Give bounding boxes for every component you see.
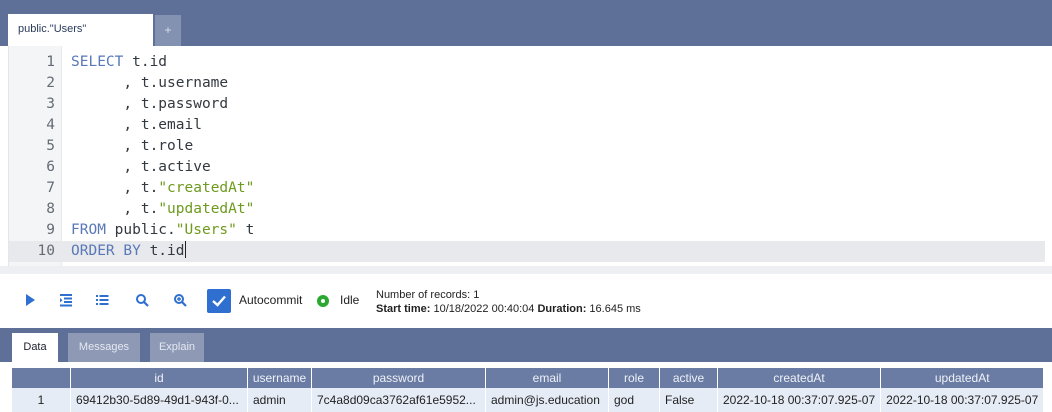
sql-text: , t.active xyxy=(71,159,211,175)
code-line[interactable]: 2 , t.username xyxy=(9,73,1045,94)
column-header-username[interactable]: username xyxy=(247,368,312,388)
line-number: 2 xyxy=(46,75,55,91)
line-number: 3 xyxy=(46,96,55,112)
checkmark-icon xyxy=(212,295,226,307)
sql-text: public. xyxy=(105,222,176,238)
records-count: Number of records: 1 xyxy=(376,289,480,301)
query-info: Number of records: 1 Start time: 10/18/2… xyxy=(376,288,641,316)
cell-password[interactable]: 7c4a8d09ca3762af61e5952... xyxy=(311,388,486,412)
line-number: 4 xyxy=(46,117,55,133)
autocommit-label: Autocommit xyxy=(239,293,303,307)
duration-value: 16.645 ms xyxy=(589,303,641,315)
text-cursor xyxy=(184,241,186,258)
line-number: 1 xyxy=(46,54,55,70)
result-grid: id username password email role active c… xyxy=(12,368,1045,412)
code-text: ORDER BY t.id xyxy=(71,241,186,262)
column-header-role[interactable]: role xyxy=(608,368,660,388)
cell-email[interactable]: admin@js.education xyxy=(485,388,609,412)
sql-text: , t.email xyxy=(71,117,202,133)
duration-label: Duration: xyxy=(537,303,587,315)
column-header-active[interactable]: active xyxy=(659,368,718,388)
editor-tab-bar: public."Users" + xyxy=(0,0,1052,46)
format-icon[interactable] xyxy=(56,290,76,310)
row-number-header xyxy=(12,368,71,388)
code-text: , t.email xyxy=(71,115,202,136)
table-row[interactable]: 1 69412b30-5d89-49d1-943f-0... admin 7c4… xyxy=(12,388,1045,412)
search-icon[interactable] xyxy=(132,290,152,310)
cell-role[interactable]: god xyxy=(608,388,660,412)
code-text: , t."updatedAt" xyxy=(71,199,254,220)
code-text: , t.password xyxy=(71,94,228,115)
tab-explain[interactable]: Explain xyxy=(150,333,204,362)
code-line[interactable]: 1 SELECT t.id xyxy=(9,52,1045,73)
sql-text: , t.role xyxy=(71,138,194,154)
timing-info: Start time: 10/18/2022 00:40:04 Duration… xyxy=(376,302,641,316)
sql-keyword: SELECT xyxy=(71,54,124,70)
start-time-value: 10/18/2022 00:40:04 xyxy=(433,303,535,315)
sql-keyword: ORDER BY xyxy=(71,243,141,259)
header-row: id username password email role active c… xyxy=(12,368,1045,388)
code-line[interactable]: 10 ORDER BY t.id xyxy=(9,241,1045,262)
status-label: Idle xyxy=(340,293,360,307)
code-line[interactable]: 4 , t.email xyxy=(9,115,1045,136)
code-line[interactable]: 3 , t.password xyxy=(9,94,1045,115)
cell-username[interactable]: admin xyxy=(247,388,312,412)
run-icon[interactable] xyxy=(20,290,40,310)
line-number: 9 xyxy=(46,222,55,238)
cell-active[interactable]: False xyxy=(659,388,718,412)
code-text: FROM public."Users" t xyxy=(71,220,254,241)
cell-updatedat[interactable]: 2022-10-18 00:37:07.925-07 xyxy=(880,388,1045,412)
list-icon[interactable] xyxy=(92,290,112,310)
zoom-in-icon[interactable] xyxy=(170,290,190,310)
sql-text: t xyxy=(236,222,255,238)
query-toolbar: Autocommit Idle Number of records: 1 Sta… xyxy=(0,282,1052,322)
result-table: id username password email role active c… xyxy=(12,368,1045,412)
sql-string: "updatedAt" xyxy=(158,201,255,217)
add-tab-button[interactable]: + xyxy=(155,15,181,46)
result-tab-bar: Data Messages Explain xyxy=(0,328,1052,362)
column-header-password[interactable]: password xyxy=(311,368,486,388)
line-number: 7 xyxy=(46,180,55,196)
line-number: 5 xyxy=(46,138,55,154)
column-header-email[interactable]: email xyxy=(485,368,609,388)
tab-data[interactable]: Data xyxy=(12,333,58,362)
sql-text: , t.username xyxy=(71,75,229,91)
line-number: 10 xyxy=(37,243,55,259)
autocommit-checkbox[interactable] xyxy=(207,289,231,313)
line-number: 8 xyxy=(46,201,55,217)
tab-messages[interactable]: Messages xyxy=(68,333,140,362)
sql-text: , t. xyxy=(71,180,159,196)
sql-text: t.id xyxy=(123,54,168,70)
column-header-id[interactable]: id xyxy=(70,368,248,388)
code-text: , t.role xyxy=(71,136,193,157)
tab-users-query[interactable]: public."Users" xyxy=(8,14,153,46)
code-text: SELECT t.id xyxy=(71,52,167,73)
sql-keyword: FROM xyxy=(71,222,106,238)
start-time-label: Start time: xyxy=(376,303,431,315)
sql-text: t.id xyxy=(140,243,185,259)
sql-text: , t.password xyxy=(71,96,229,112)
code-line[interactable]: 5 , t.role xyxy=(9,136,1045,157)
code-text: , t.active xyxy=(71,157,211,178)
code-line[interactable]: 8 , t."updatedAt" xyxy=(9,199,1045,220)
column-header-updatedat[interactable]: updatedAt xyxy=(880,368,1045,388)
code-line[interactable]: 6 , t.active xyxy=(9,157,1045,178)
cell-id[interactable]: 69412b30-5d89-49d1-943f-0... xyxy=(70,388,248,412)
code-line[interactable]: 7 , t."createdAt" xyxy=(9,178,1045,199)
code-line[interactable]: 9 FROM public."Users" t xyxy=(9,220,1045,241)
cell-createdat[interactable]: 2022-10-18 00:37:07.925-07 xyxy=(717,388,882,412)
code-text: , t."createdAt" xyxy=(71,178,254,199)
editor-scroll-area[interactable] xyxy=(0,266,1052,274)
line-number: 6 xyxy=(46,159,55,175)
status-indicator-icon xyxy=(317,295,329,307)
code-text: , t.username xyxy=(71,73,228,94)
sql-string: "createdAt" xyxy=(158,180,255,196)
column-header-createdat[interactable]: createdAt xyxy=(717,368,882,388)
sql-editor[interactable]: 1 SELECT t.id 2 , t.username 3 , t.password… xyxy=(8,46,1052,270)
sql-text: , t. xyxy=(71,201,159,217)
row-number: 1 xyxy=(12,388,71,412)
sql-string: "Users" xyxy=(175,222,237,238)
